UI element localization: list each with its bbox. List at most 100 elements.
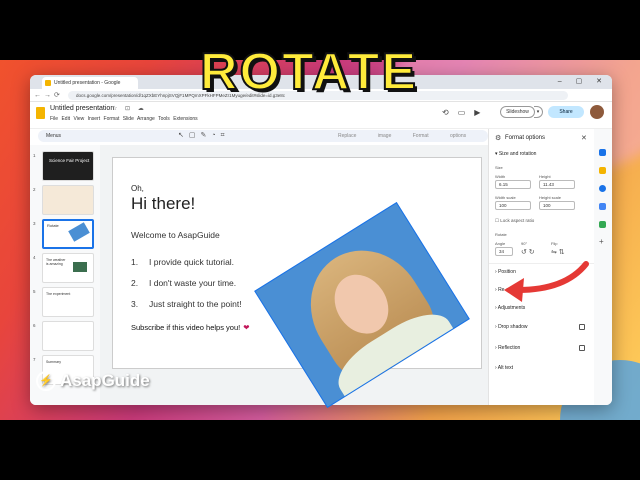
history-comment-meet-icons[interactable]: ⟲▭▶ [442, 108, 489, 117]
slides-logo-icon[interactable] [36, 107, 45, 119]
contacts-icon[interactable] [599, 203, 606, 210]
section-label: Alt text [497, 365, 514, 371]
thumb-number: 7 [33, 357, 36, 362]
slides-favicon-icon [45, 80, 51, 86]
section-label: Drop shadow [498, 324, 528, 330]
slide-subscribe[interactable]: Subscribe if this video helps you! ❤ [131, 323, 250, 332]
slide-heading[interactable]: Hi there! [131, 194, 195, 214]
height-scale-label: Height scale [539, 195, 562, 200]
close-icon[interactable]: ✕ [581, 134, 587, 142]
list-item: 2. I don't waste your time. [131, 273, 242, 294]
thumb-number: 1 [33, 153, 36, 158]
thumb-number: 2 [33, 187, 36, 192]
avatar[interactable] [590, 105, 604, 119]
list-number: 3. [131, 299, 139, 309]
slide-thumbnail[interactable]: The experiment [42, 287, 94, 317]
add-icon[interactable]: + [599, 237, 604, 246]
drop-shadow-section[interactable]: › Drop shadow [495, 324, 528, 330]
brand-watermark: ⚡ AsapGuide [36, 371, 150, 391]
thumb-image [73, 262, 87, 272]
list-item: 1. I provide quick tutorial. [131, 252, 242, 273]
list-text: I don't waste your time. [149, 278, 237, 288]
lock-aspect-checkbox[interactable]: ☐ Lock aspect ratio [495, 218, 534, 224]
slide-thumbnail[interactable]: Science Fair Project [42, 151, 94, 181]
width-scale-field[interactable]: 100 [495, 201, 531, 210]
reflection-checkbox[interactable] [579, 345, 585, 351]
slide-list[interactable]: 1. I provide quick tutorial. 2. I don't wa… [131, 252, 242, 315]
heart-icon: ❤ [243, 323, 250, 332]
drop-shadow-checkbox[interactable] [579, 324, 585, 330]
height-scale-field[interactable]: 100 [539, 201, 575, 210]
format-options-icon: ⚙ [495, 135, 502, 142]
slide-thumbnail-active[interactable]: Rotate [42, 219, 94, 249]
toolbar: Menus ↖▢✎◔⌗ Replace image Format options [38, 130, 488, 142]
replace-image-button[interactable]: Replace image [338, 133, 391, 139]
alt-text-section[interactable]: › Alt text [495, 365, 513, 371]
section-label: Reflection [498, 345, 521, 351]
height-field[interactable]: 11.43 [539, 180, 575, 189]
menu-extensions[interactable]: Extensions [173, 116, 197, 122]
tasks-icon[interactable] [599, 185, 606, 192]
toolbar-tools-icons[interactable]: ↖▢✎◔⌗ [178, 131, 230, 140]
thumb-title: Science Fair Project [49, 158, 90, 163]
calendar-icon[interactable] [599, 149, 606, 156]
app-header: Untitled presentation ☆ ⊡ ☁ File Edit Vi… [30, 102, 612, 129]
slide-thumbnail[interactable]: The weather is amazing [42, 253, 94, 283]
width-field[interactable]: 6.15 [495, 180, 531, 189]
flip-icon[interactable]: ⇋ ⇅ [551, 248, 565, 256]
slide-text-oh[interactable]: Oh, [131, 184, 144, 193]
thumb-title: The experiment [46, 292, 71, 296]
ninety-label: 90° [521, 241, 528, 246]
menu-file[interactable]: File [50, 116, 58, 122]
share-button[interactable]: Share [548, 106, 584, 118]
thumb-title: Summary [46, 360, 61, 364]
thumb-number: 6 [33, 323, 36, 328]
menu-slide[interactable]: Slide [123, 116, 134, 122]
list-number: 2. [131, 278, 139, 288]
thumb-title: The weather is amazing [46, 258, 66, 266]
video-frame: Untitled presentation - Google – ▢ ✕ ←→⟳… [0, 60, 640, 420]
brand-name: AsapGuide [60, 371, 150, 390]
menu-arrange[interactable]: Arrange [137, 116, 155, 122]
menus-search-button[interactable]: Menus [46, 133, 61, 139]
list-text: I provide quick tutorial. [149, 257, 235, 267]
subscribe-text: Subscribe if this video helps you! [131, 323, 241, 332]
flip-label: Flip [551, 241, 558, 246]
angle-field[interactable]: 34 [495, 247, 513, 256]
menu-bar: File Edit View Insert Format Slide Arran… [50, 116, 198, 122]
angle-label: Angle [495, 241, 506, 246]
asapguide-logo-icon: ⚡ [36, 371, 56, 391]
slide-filmstrip: 1 Science Fair Project 2 3 Rotate 4 The … [30, 145, 100, 405]
slide-welcome[interactable]: Welcome to AsapGuide [131, 230, 220, 240]
menu-tools[interactable]: Tools [158, 116, 170, 122]
height-label: Height [539, 174, 551, 179]
format-options-button[interactable]: Format options [413, 133, 466, 139]
size-rotation-header[interactable]: ▾ Size and rotation [495, 151, 536, 157]
window-controls[interactable]: – ▢ ✕ [558, 77, 608, 85]
menu-view[interactable]: View [73, 116, 84, 122]
slideshow-button[interactable]: Slideshow [500, 106, 535, 118]
overlay-title: ROTATE [199, 42, 419, 102]
width-label: Width [495, 174, 506, 179]
star-move-cloud-icons[interactable]: ☆ ⊡ ☁ [112, 105, 147, 112]
keep-icon[interactable] [599, 167, 606, 174]
thumb-number: 3 [33, 221, 36, 226]
slide-thumbnail[interactable] [42, 185, 94, 215]
list-number: 1. [131, 257, 139, 267]
size-label: Size [495, 165, 503, 170]
menu-format[interactable]: Format [104, 116, 120, 122]
menu-edit[interactable]: Edit [61, 116, 70, 122]
chevron-down-icon[interactable]: ▾ [534, 106, 543, 118]
doc-title[interactable]: Untitled presentation [50, 105, 114, 112]
section-label: Size and rotation [498, 151, 537, 157]
width-scale-label: Width scale [495, 195, 516, 200]
maps-icon[interactable] [599, 221, 606, 228]
slide-thumbnail[interactable] [42, 321, 94, 351]
nav-arrows-icon[interactable]: ←→⟳ [34, 91, 63, 99]
reflection-section[interactable]: › Reflection [495, 345, 520, 351]
tab-title: Untitled presentation - Google [54, 80, 121, 86]
thumb-number: 5 [33, 289, 36, 294]
menu-insert[interactable]: Insert [88, 116, 101, 122]
browser-tab[interactable]: Untitled presentation - Google [42, 77, 138, 89]
rotate-90-icon[interactable]: ↺ ↻ [521, 248, 535, 256]
